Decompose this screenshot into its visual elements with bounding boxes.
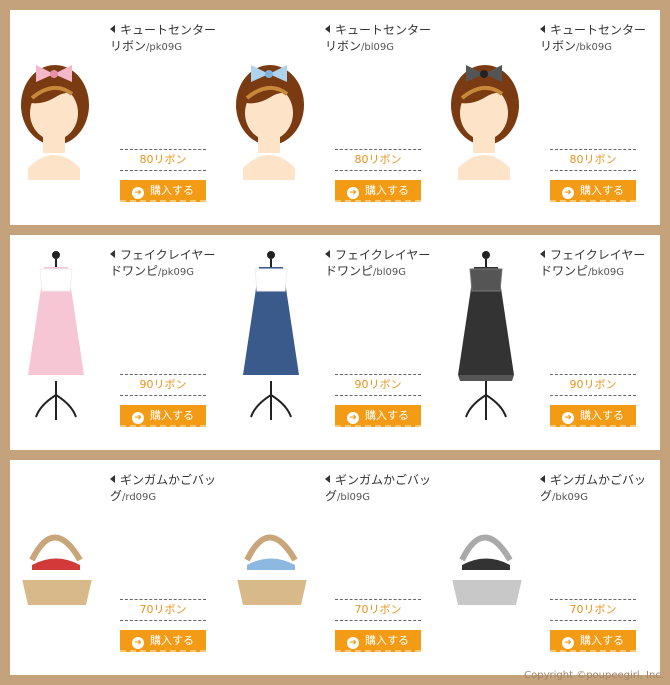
buy-button[interactable]: ➜ 購入する: [550, 180, 636, 202]
left-arrow-icon: [540, 475, 545, 483]
product-row: キュートセンターリボン/pk09G 80リボン ➜ 購入する キュートセンターリボ…: [10, 10, 660, 225]
left-arrow-icon: [110, 25, 115, 33]
product-name[interactable]: フェイクレイヤードワンピ/bl09G: [325, 247, 437, 281]
left-arrow-icon: [110, 475, 115, 483]
copyright: Copyright ©poupeegirl, Inc.: [524, 670, 664, 681]
left-arrow-icon: [325, 250, 330, 258]
buy-button[interactable]: ➜ 購入する: [120, 180, 206, 202]
price: 90リボン: [550, 374, 636, 396]
arrow-right-circle-icon: ➜: [562, 412, 574, 424]
arrow-right-circle-icon: ➜: [347, 637, 359, 649]
product-image[interactable]: [225, 10, 325, 225]
price: 70リボン: [120, 599, 206, 621]
left-arrow-icon: [325, 475, 330, 483]
product-image[interactable]: [440, 10, 540, 225]
product-name[interactable]: ギンガムかごバッグ/rd09G: [110, 472, 222, 506]
product-image[interactable]: [440, 460, 540, 675]
product-name[interactable]: フェイクレイヤードワンピ/pk09G: [110, 247, 222, 281]
product-card: フェイクレイヤードワンピ/bl09G 90リボン ➜ 購入する: [225, 235, 440, 450]
arrow-right-circle-icon: ➜: [132, 187, 144, 199]
price: 70リボン: [335, 599, 421, 621]
price: 80リボン: [120, 149, 206, 171]
product-card: キュートセンターリボン/bl09G 80リボン ➜ 購入する: [225, 10, 440, 225]
price: 90リボン: [335, 374, 421, 396]
product-card: ギンガムかごバッグ/bk09G 70リボン ➜ 購入する: [440, 460, 655, 675]
buy-button[interactable]: ➜ 購入する: [120, 405, 206, 427]
product-name[interactable]: キュートセンターリボン/bk09G: [540, 22, 652, 56]
price: 80リボン: [550, 149, 636, 171]
product-name[interactable]: ギンガムかごバッグ/bl09G: [325, 472, 437, 506]
product-name[interactable]: ギンガムかごバッグ/bk09G: [540, 472, 652, 506]
product-image[interactable]: [10, 460, 110, 675]
product-row: フェイクレイヤードワンピ/pk09G 90リボン ➜ 購入する フェイクレイヤード…: [10, 235, 660, 450]
arrow-right-circle-icon: ➜: [347, 412, 359, 424]
product-card: ギンガムかごバッグ/rd09G 70リボン ➜ 購入する: [10, 460, 225, 675]
left-arrow-icon: [110, 250, 115, 258]
product-row: ギンガムかごバッグ/rd09G 70リボン ➜ 購入する ギンガムかごバッグ/bl…: [10, 460, 660, 675]
product-card: フェイクレイヤードワンピ/pk09G 90リボン ➜ 購入する: [10, 235, 225, 450]
left-arrow-icon: [540, 25, 545, 33]
price: 90リボン: [120, 374, 206, 396]
product-image[interactable]: [10, 10, 110, 225]
product-image[interactable]: [10, 235, 110, 450]
product-card: フェイクレイヤードワンピ/bk09G 90リボン ➜ 購入する: [440, 235, 655, 450]
arrow-right-circle-icon: ➜: [132, 412, 144, 424]
buy-button[interactable]: ➜ 購入する: [550, 630, 636, 652]
arrow-right-circle-icon: ➜: [562, 637, 574, 649]
product-image[interactable]: [440, 235, 540, 450]
buy-button[interactable]: ➜ 購入する: [335, 630, 421, 652]
product-image[interactable]: [225, 460, 325, 675]
arrow-right-circle-icon: ➜: [562, 187, 574, 199]
product-name[interactable]: フェイクレイヤードワンピ/bk09G: [540, 247, 652, 281]
price: 80リボン: [335, 149, 421, 171]
buy-button[interactable]: ➜ 購入する: [335, 405, 421, 427]
left-arrow-icon: [325, 25, 330, 33]
arrow-right-circle-icon: ➜: [132, 637, 144, 649]
product-name[interactable]: キュートセンターリボン/bl09G: [325, 22, 437, 56]
product-card: キュートセンターリボン/pk09G 80リボン ➜ 購入する: [10, 10, 225, 225]
left-arrow-icon: [540, 250, 545, 258]
buy-button[interactable]: ➜ 購入する: [120, 630, 206, 652]
buy-button[interactable]: ➜ 購入する: [335, 180, 421, 202]
product-name[interactable]: キュートセンターリボン/pk09G: [110, 22, 222, 56]
product-card: ギンガムかごバッグ/bl09G 70リボン ➜ 購入する: [225, 460, 440, 675]
price: 70リボン: [550, 599, 636, 621]
product-card: キュートセンターリボン/bk09G 80リボン ➜ 購入する: [440, 10, 655, 225]
buy-button[interactable]: ➜ 購入する: [550, 405, 636, 427]
arrow-right-circle-icon: ➜: [347, 187, 359, 199]
product-image[interactable]: [225, 235, 325, 450]
